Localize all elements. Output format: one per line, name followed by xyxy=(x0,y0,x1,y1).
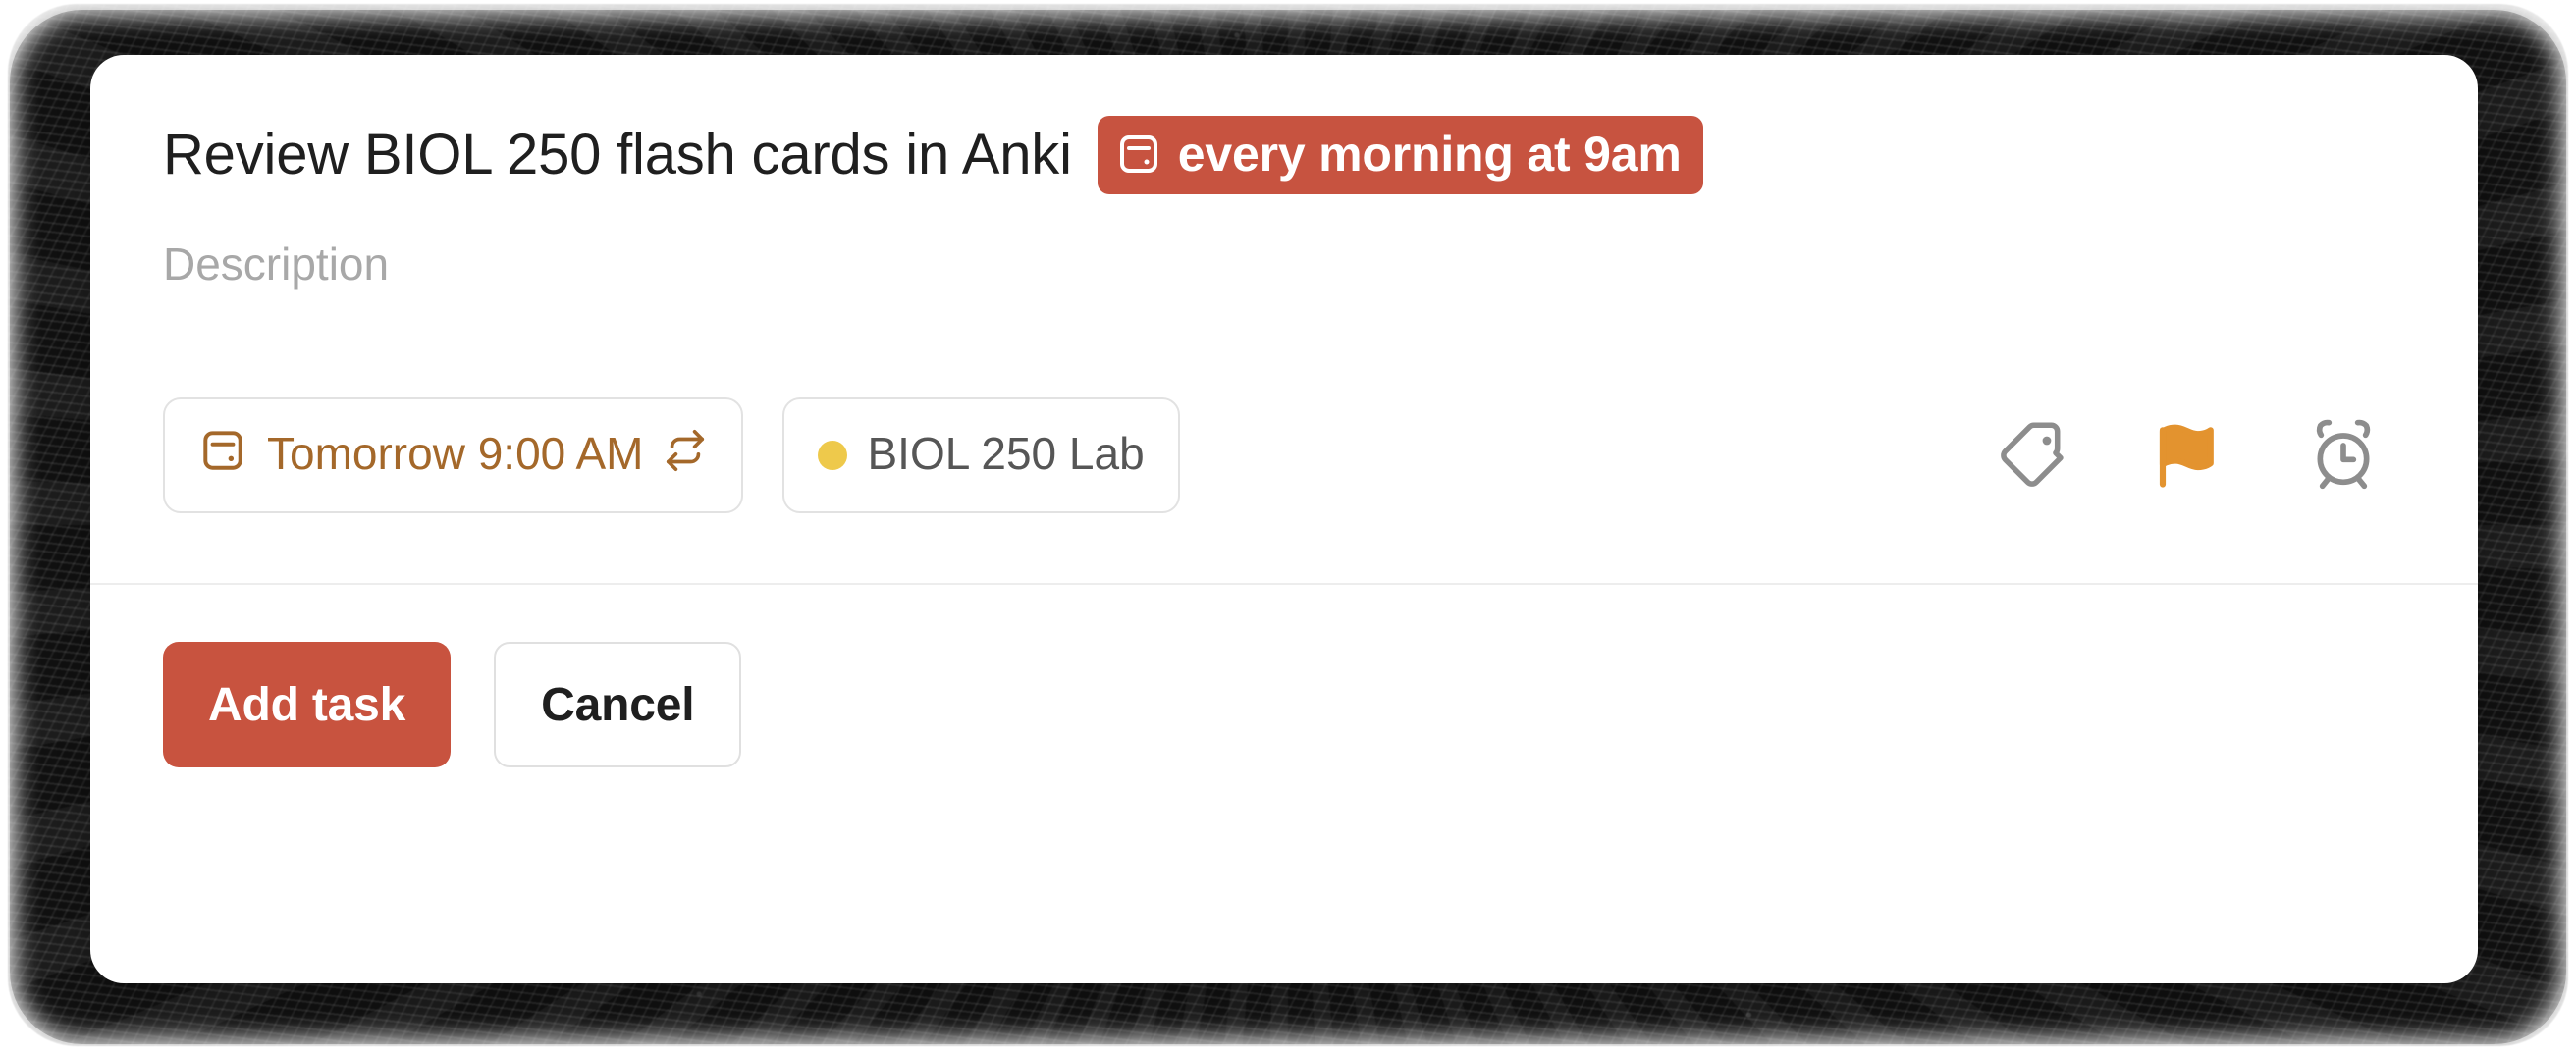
recurrence-badge-label: every morning at 9am xyxy=(1177,127,1682,182)
cancel-button[interactable]: Cancel xyxy=(494,642,742,767)
add-task-dialog: Review BIOL 250 flash cards in Anki ever… xyxy=(90,55,2478,983)
add-task-button[interactable]: Add task xyxy=(163,642,452,767)
project-color-dot xyxy=(818,441,848,470)
screenshot-root: Review BIOL 250 flash cards in Anki ever… xyxy=(0,0,2576,1054)
dialog-body: Review BIOL 250 flash cards in Anki ever… xyxy=(90,55,2478,767)
alarm-icon xyxy=(2304,415,2383,497)
due-date-chip[interactable]: Tomorrow 9:00 AM xyxy=(163,397,744,513)
label-button[interactable] xyxy=(1991,413,2075,498)
reminder-button[interactable] xyxy=(2301,413,2386,498)
task-icon-actions xyxy=(1991,413,2405,498)
flag-icon xyxy=(2150,416,2227,496)
calendar-icon xyxy=(198,426,247,486)
calendar-icon xyxy=(1115,131,1162,178)
dialog-footer: Add task Cancel xyxy=(163,585,2405,767)
task-title-input[interactable]: Review BIOL 250 flash cards in Anki xyxy=(163,125,1072,185)
project-chip[interactable]: BIOL 250 Lab xyxy=(782,397,1180,513)
priority-button[interactable] xyxy=(2146,413,2230,498)
recurrence-badge[interactable]: every morning at 9am xyxy=(1097,116,1703,194)
due-date-label: Tomorrow 9:00 AM xyxy=(267,428,644,479)
task-title-row[interactable]: Review BIOL 250 flash cards in Anki ever… xyxy=(163,116,2405,194)
repeat-icon xyxy=(663,428,708,484)
label-icon xyxy=(1995,416,2071,496)
task-attributes-row: Tomorrow 9:00 AM BIOL 250 Lab xyxy=(163,395,2405,516)
project-label: BIOL 250 Lab xyxy=(867,428,1145,479)
description-input[interactable]: Description xyxy=(163,237,2405,290)
